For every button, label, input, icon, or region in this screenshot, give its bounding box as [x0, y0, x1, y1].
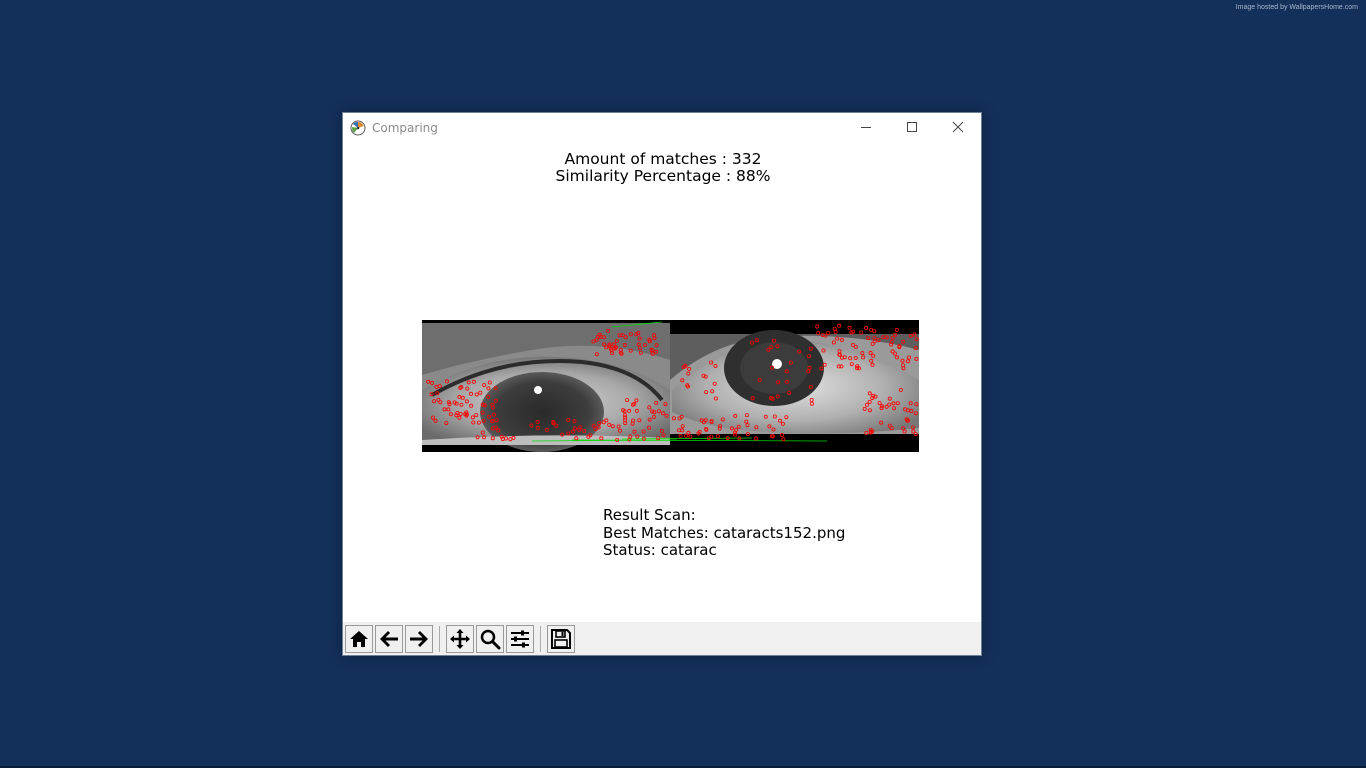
- window-title: Comparing: [372, 121, 438, 135]
- status-text: Status: catarac: [603, 541, 717, 560]
- toolbar-separator: [439, 625, 440, 652]
- home-button[interactable]: [345, 624, 373, 653]
- result-heading: Result Scan:: [603, 506, 696, 524]
- matches-count-text: Amount of matches : 332: [564, 150, 762, 168]
- comparing-window: Comparing Amount of matches : 332 Simila…: [342, 112, 982, 656]
- title-bar[interactable]: Comparing: [343, 113, 981, 143]
- desktop: Image hosted by WallpapersHome.com Compa…: [0, 0, 1366, 768]
- figure-canvas[interactable]: Amount of matches : 332 Similarity Perce…: [343, 143, 981, 621]
- pan-button[interactable]: [446, 624, 474, 653]
- configure-subplots-icon: [511, 630, 529, 647]
- forward-arrow-icon: [410, 630, 428, 647]
- save-button[interactable]: [547, 624, 575, 653]
- back-button[interactable]: [375, 624, 403, 653]
- minimize-button[interactable]: [843, 113, 889, 141]
- watermark: Image hosted by WallpapersHome.com: [1235, 4, 1358, 11]
- best-matches-text: Best Matches: cataracts152.png: [603, 523, 846, 542]
- zoom-icon: [480, 629, 501, 649]
- save-icon: [551, 628, 571, 649]
- zoom-button[interactable]: [476, 624, 504, 653]
- pan-icon: [450, 628, 470, 649]
- close-icon: [952, 121, 964, 133]
- close-button[interactable]: [935, 113, 981, 141]
- similarity-percentage-text: Similarity Percentage : 88%: [555, 167, 771, 185]
- result-block: Result Scan: Best Matches: cataracts152.…: [603, 506, 846, 560]
- toolbar-separator: [540, 625, 541, 652]
- back-arrow-icon: [380, 630, 398, 647]
- maximize-button[interactable]: [889, 113, 935, 141]
- eye-comparison-image: [422, 320, 919, 452]
- configure-subplots-button[interactable]: [506, 624, 534, 653]
- minimize-icon: [861, 127, 871, 128]
- home-icon: [350, 630, 368, 647]
- maximize-icon: [907, 122, 917, 132]
- app-icon: [350, 120, 366, 136]
- forward-button[interactable]: [405, 624, 433, 653]
- navigation-toolbar: [343, 622, 981, 655]
- window-controls: [843, 113, 981, 143]
